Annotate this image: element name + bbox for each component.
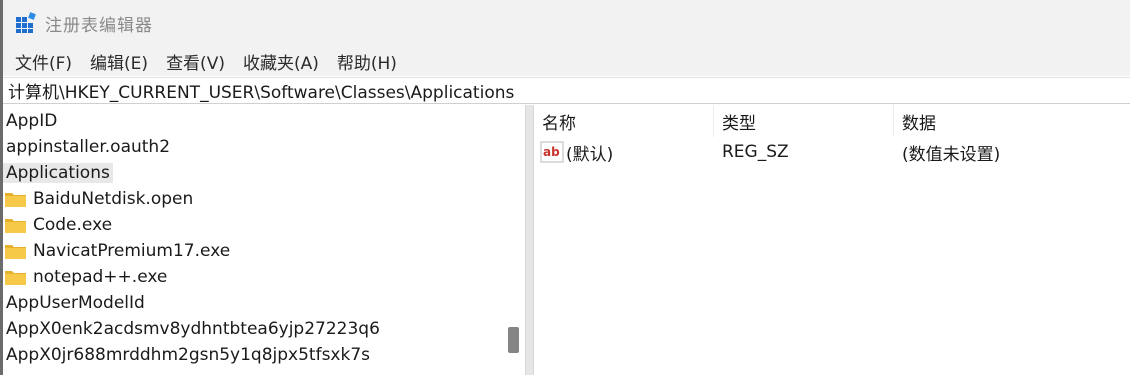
tree-item-appid[interactable]: AppID xyxy=(3,108,60,134)
tree-item-label: notepad++.exe xyxy=(33,267,168,287)
tree-item-appusermodelid[interactable]: AppUserModelId xyxy=(3,290,148,316)
registry-editor-window: 注册表编辑器 文件(F) 编辑(E) 查看(V) 收藏夹(A) 帮助(H) 计算… xyxy=(0,0,1130,375)
menu-favorites[interactable]: 收藏夹(A) xyxy=(237,49,325,74)
value-row-name[interactable]: ab (默认) xyxy=(540,139,613,165)
value-row-type: REG_SZ xyxy=(722,139,789,165)
menu-view[interactable]: 查看(V) xyxy=(160,49,231,74)
folder-icon xyxy=(5,219,26,233)
tree-item-label: NavicatPremium17.exe xyxy=(33,241,231,261)
tree-item-label: Code.exe xyxy=(33,215,113,235)
tree-item-label: AppX0jr688mrddhm2gsn5y1q8jpx5tfsxk7s xyxy=(6,345,371,365)
tree-item-code-exe[interactable]: Code.exe xyxy=(5,212,115,238)
tree-item-label: AppUserModelId xyxy=(6,293,145,313)
column-header-name[interactable]: 名称 xyxy=(534,105,714,137)
tree-scrollbar[interactable] xyxy=(503,105,525,375)
value-name: (默认) xyxy=(566,144,614,165)
menu-edit[interactable]: 编辑(E) xyxy=(84,49,154,74)
window-title: 注册表编辑器 xyxy=(45,15,153,36)
tree-item-label: AppX0enk2acdsmv8ydhntbtea6yjp27223q6 xyxy=(6,319,380,339)
string-value-icon: ab xyxy=(540,141,564,163)
title-bar[interactable]: 注册表编辑器 xyxy=(3,0,1130,46)
value-list[interactable]: 名称 类型 数据 ab (默认) REG_SZ (数值未设置) xyxy=(534,105,1130,375)
tree-item-label: AppID xyxy=(6,111,58,131)
registry-tree[interactable]: AppID appinstaller.oauth2 Applications B… xyxy=(3,105,503,375)
value-data: (数值未设置) xyxy=(902,144,1001,165)
folder-icon xyxy=(5,271,26,285)
menu-bar: 文件(F) 编辑(E) 查看(V) 收藏夹(A) 帮助(H) xyxy=(3,46,1130,76)
column-header-label: 类型 xyxy=(722,113,756,134)
tree-item-baidunetdisk[interactable]: BaiduNetdisk.open xyxy=(5,186,196,212)
menu-help[interactable]: 帮助(H) xyxy=(331,49,403,74)
value-row-data: (数值未设置) xyxy=(902,139,1000,165)
column-header-label: 数据 xyxy=(902,113,936,134)
column-header-type[interactable]: 类型 xyxy=(714,105,894,137)
folder-icon xyxy=(5,245,26,259)
address-bar[interactable]: 计算机\HKEY_CURRENT_USER\Software\Classes\A… xyxy=(3,77,1130,104)
address-path[interactable]: 计算机\HKEY_CURRENT_USER\Software\Classes\A… xyxy=(8,78,514,103)
tree-item-applications[interactable]: Applications xyxy=(3,160,113,186)
tree-scrollbar-thumb[interactable] xyxy=(508,327,519,353)
value-type: REG_SZ xyxy=(722,142,789,162)
svg-text:ab: ab xyxy=(543,145,560,159)
column-header-data[interactable]: 数据 xyxy=(894,105,1130,137)
column-header-label: 名称 xyxy=(542,113,576,134)
menu-file[interactable]: 文件(F) xyxy=(9,49,78,74)
pane-splitter[interactable] xyxy=(525,105,534,375)
tree-item-appinstaller[interactable]: appinstaller.oauth2 xyxy=(3,134,173,160)
folder-icon xyxy=(5,193,26,207)
tree-item-navicat[interactable]: NavicatPremium17.exe xyxy=(5,238,233,264)
tree-item-label: Applications xyxy=(3,163,113,183)
tree-item-appx0enk[interactable]: AppX0enk2acdsmv8ydhntbtea6yjp27223q6 xyxy=(3,316,383,342)
tree-item-label: appinstaller.oauth2 xyxy=(6,137,171,157)
tree-item-label: BaiduNetdisk.open xyxy=(33,189,194,209)
tree-item-appx0jr[interactable]: AppX0jr688mrddhm2gsn5y1q8jpx5tfsxk7s xyxy=(3,342,373,368)
registry-editor-icon xyxy=(16,12,36,33)
tree-item-notepadpp[interactable]: notepad++.exe xyxy=(5,264,170,290)
